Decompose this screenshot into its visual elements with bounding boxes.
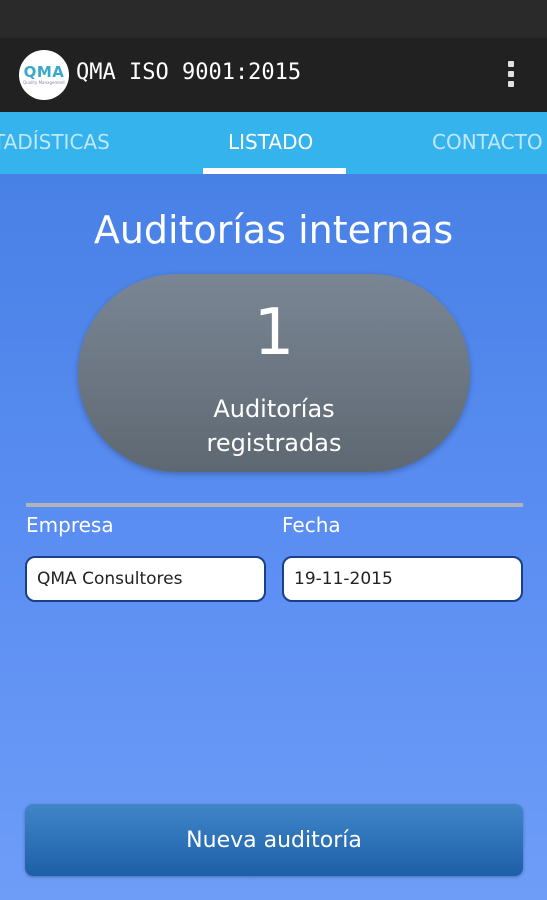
count-label-line1: Auditorías: [213, 395, 335, 423]
audit-count-label: Auditorías registradas: [78, 392, 470, 460]
qma-logo-icon: QMA Quality Management: [19, 50, 69, 100]
logo-text: QMA: [23, 62, 65, 81]
app-bar: QMA Quality Management QMA ISO 9001:2015: [0, 38, 547, 112]
active-tab-indicator: [203, 168, 346, 174]
tab-bar: TADÍSTICAS LISTADO CONTACTO: [0, 112, 547, 174]
fecha-field[interactable]: 19-11-2015: [282, 556, 523, 602]
status-bar: [0, 0, 547, 38]
audit-count: 1: [253, 296, 295, 370]
column-header-empresa: Empresa: [26, 513, 114, 537]
overflow-menu-icon[interactable]: [505, 58, 517, 92]
menu-dot: [508, 61, 514, 67]
tab-estadisticas[interactable]: TADÍSTICAS: [0, 130, 110, 154]
column-header-fecha: Fecha: [282, 513, 341, 537]
logo-subtext: Quality Management: [23, 79, 65, 85]
app-title: QMA ISO 9001:2015: [76, 60, 302, 85]
page-title: Auditorías internas: [93, 208, 454, 252]
menu-dot: [508, 71, 514, 77]
divider: [26, 503, 523, 507]
audit-count-badge: 1 Auditorías registradas: [78, 274, 470, 472]
menu-dot: [508, 81, 514, 87]
tab-listado[interactable]: LISTADO: [228, 130, 313, 154]
count-label-line2: registradas: [206, 429, 342, 457]
empresa-field[interactable]: QMA Consultores: [25, 556, 266, 602]
tab-contacto[interactable]: CONTACTO: [432, 130, 543, 154]
new-audit-button[interactable]: Nueva auditoría: [25, 804, 523, 876]
